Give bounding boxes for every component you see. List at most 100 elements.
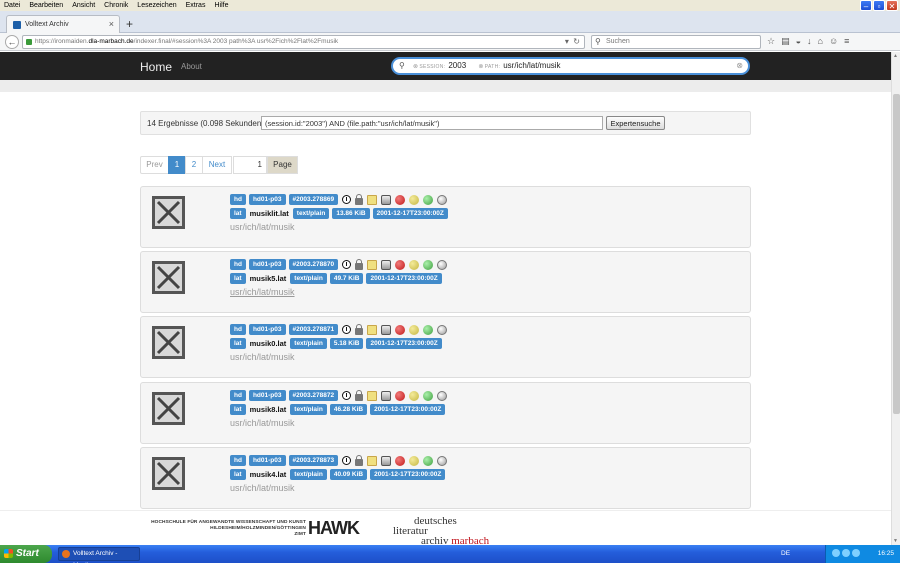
menu-lesezeichen[interactable]: Lesezeichen <box>137 2 176 9</box>
clock-icon[interactable] <box>342 260 352 269</box>
menu-chronik[interactable]: Chronik <box>104 2 128 9</box>
grey-status-icon[interactable] <box>437 324 448 335</box>
language-badge[interactable]: lat <box>230 469 246 480</box>
missing-thumbnail-icon[interactable] <box>152 457 185 490</box>
file-path-link[interactable]: usr/ich/lat/musik <box>230 222 295 232</box>
id-badge[interactable]: #2003.278869 <box>288 194 339 205</box>
type-badge[interactable]: hd <box>230 324 246 335</box>
home-link[interactable]: Home <box>140 60 172 74</box>
missing-thumbnail-icon[interactable] <box>152 196 185 229</box>
yellow-status-icon[interactable] <box>409 259 420 270</box>
bookmark-star-icon[interactable]: ☆ <box>767 36 775 47</box>
grey-status-icon[interactable] <box>437 455 448 466</box>
chat-icon[interactable]: ☺ <box>829 36 838 47</box>
new-tab-icon[interactable]: + <box>126 17 133 31</box>
pocket-icon[interactable]: ◒ <box>796 36 801 47</box>
lock-icon[interactable] <box>355 454 364 466</box>
note-icon[interactable] <box>367 390 378 401</box>
close-tab-icon[interactable]: × <box>109 19 114 29</box>
green-status-icon[interactable] <box>423 324 434 335</box>
back-button[interactable]: ← <box>5 35 19 49</box>
device-badge[interactable]: hd01-p03 <box>248 390 286 401</box>
close-window-button[interactable]: ✕ <box>886 0 898 11</box>
language-badge[interactable]: lat <box>230 338 246 349</box>
drive-icon[interactable] <box>381 194 392 205</box>
page-number-input[interactable]: 1 <box>233 156 267 174</box>
query-tag-label[interactable]: PATH: <box>478 64 500 70</box>
browser-search-input[interactable]: ⚲ Suchen <box>591 35 761 49</box>
lock-icon[interactable] <box>355 323 364 335</box>
type-badge[interactable]: hd <box>230 390 246 401</box>
menu-hamburger-icon[interactable]: ≡ <box>844 36 849 47</box>
file-path-link[interactable]: usr/ich/lat/musik <box>230 287 295 297</box>
id-badge[interactable]: #2003.278872 <box>288 390 339 401</box>
maximize-button[interactable]: ▫ <box>873 0 885 11</box>
mime-badge[interactable]: text/plain <box>290 338 327 349</box>
file-path-link[interactable]: usr/ich/lat/musik <box>230 418 295 428</box>
yellow-status-icon[interactable] <box>409 455 420 466</box>
type-badge[interactable]: hd <box>230 455 246 466</box>
url-bar[interactable]: https://ironmaiden.dla-marbach.de/indexe… <box>22 35 585 49</box>
clock-icon[interactable] <box>342 195 352 204</box>
start-button[interactable]: Start <box>0 545 52 563</box>
home-icon[interactable]: ⌂ <box>818 36 823 47</box>
clock-icon[interactable] <box>342 325 352 334</box>
mime-badge[interactable]: text/plain <box>292 208 330 219</box>
pager-next[interactable]: Next <box>202 156 232 174</box>
note-icon[interactable] <box>367 455 378 466</box>
pager-prev[interactable]: Prev <box>140 156 169 174</box>
drive-icon[interactable] <box>381 455 392 466</box>
minimize-button[interactable]: – <box>860 0 872 11</box>
note-icon[interactable] <box>367 194 378 205</box>
tray-volume-icon[interactable] <box>852 549 860 557</box>
file-name[interactable]: musiklit.lat <box>249 209 290 218</box>
file-name[interactable]: musik4.lat <box>249 470 288 479</box>
green-status-icon[interactable] <box>423 390 434 401</box>
red-status-icon[interactable] <box>395 259 406 270</box>
red-status-icon[interactable] <box>395 455 406 466</box>
green-status-icon[interactable] <box>423 194 434 205</box>
lock-icon[interactable] <box>355 258 364 270</box>
pager-page-2[interactable]: 2 <box>185 156 203 174</box>
language-indicator[interactable]: DE <box>781 545 790 563</box>
green-status-icon[interactable] <box>423 455 434 466</box>
drive-icon[interactable] <box>381 259 392 270</box>
missing-thumbnail-icon[interactable] <box>152 326 185 359</box>
grey-status-icon[interactable] <box>437 259 448 270</box>
menu-datei[interactable]: Datei <box>4 2 20 9</box>
scroll-down-icon[interactable]: ▼ <box>893 538 898 544</box>
yellow-status-icon[interactable] <box>409 390 420 401</box>
note-icon[interactable] <box>367 259 378 270</box>
note-icon[interactable] <box>367 324 378 335</box>
menu-bearbeiten[interactable]: Bearbeiten <box>29 2 63 9</box>
yellow-status-icon[interactable] <box>409 194 420 205</box>
drive-icon[interactable] <box>381 390 392 401</box>
browser-tab[interactable]: Volltext Archiv × <box>6 15 120 33</box>
language-badge[interactable]: lat <box>230 208 246 219</box>
scrollbar-thumb[interactable] <box>893 94 900 414</box>
page-go-button[interactable]: Page <box>267 156 298 174</box>
file-name[interactable]: musik8.lat <box>249 405 288 414</box>
taskbar-firefox-item[interactable]: Volltext Archiv - Mozil... <box>58 547 140 563</box>
query-tag-label[interactable]: SESSION: <box>413 64 445 70</box>
red-status-icon[interactable] <box>395 390 406 401</box>
lock-icon[interactable] <box>355 389 364 401</box>
tray-security-icon[interactable] <box>842 549 850 557</box>
language-badge[interactable]: lat <box>230 404 246 415</box>
file-path-link[interactable]: usr/ich/lat/musik <box>230 483 295 493</box>
expert-query-input[interactable] <box>261 116 603 130</box>
query-search-box[interactable]: ⚲ SESSION:2003 PATH:usr/ich/lat/musik ⊗ <box>391 57 750 75</box>
download-icon[interactable]: ↓ <box>807 36 812 47</box>
red-status-icon[interactable] <box>395 324 406 335</box>
lock-icon[interactable] <box>355 193 364 205</box>
device-badge[interactable]: hd01-p03 <box>248 194 286 205</box>
device-badge[interactable]: hd01-p03 <box>248 324 286 335</box>
drive-icon[interactable] <box>381 324 392 335</box>
green-status-icon[interactable] <box>423 259 434 270</box>
clock-icon[interactable] <box>342 391 352 400</box>
menu-ansicht[interactable]: Ansicht <box>72 2 95 9</box>
page-scrollbar[interactable]: ▲ ▼ <box>891 52 900 545</box>
yellow-status-icon[interactable] <box>409 324 420 335</box>
pager-page-1[interactable]: 1 <box>168 156 186 174</box>
menu-hilfe[interactable]: Hilfe <box>214 2 228 9</box>
